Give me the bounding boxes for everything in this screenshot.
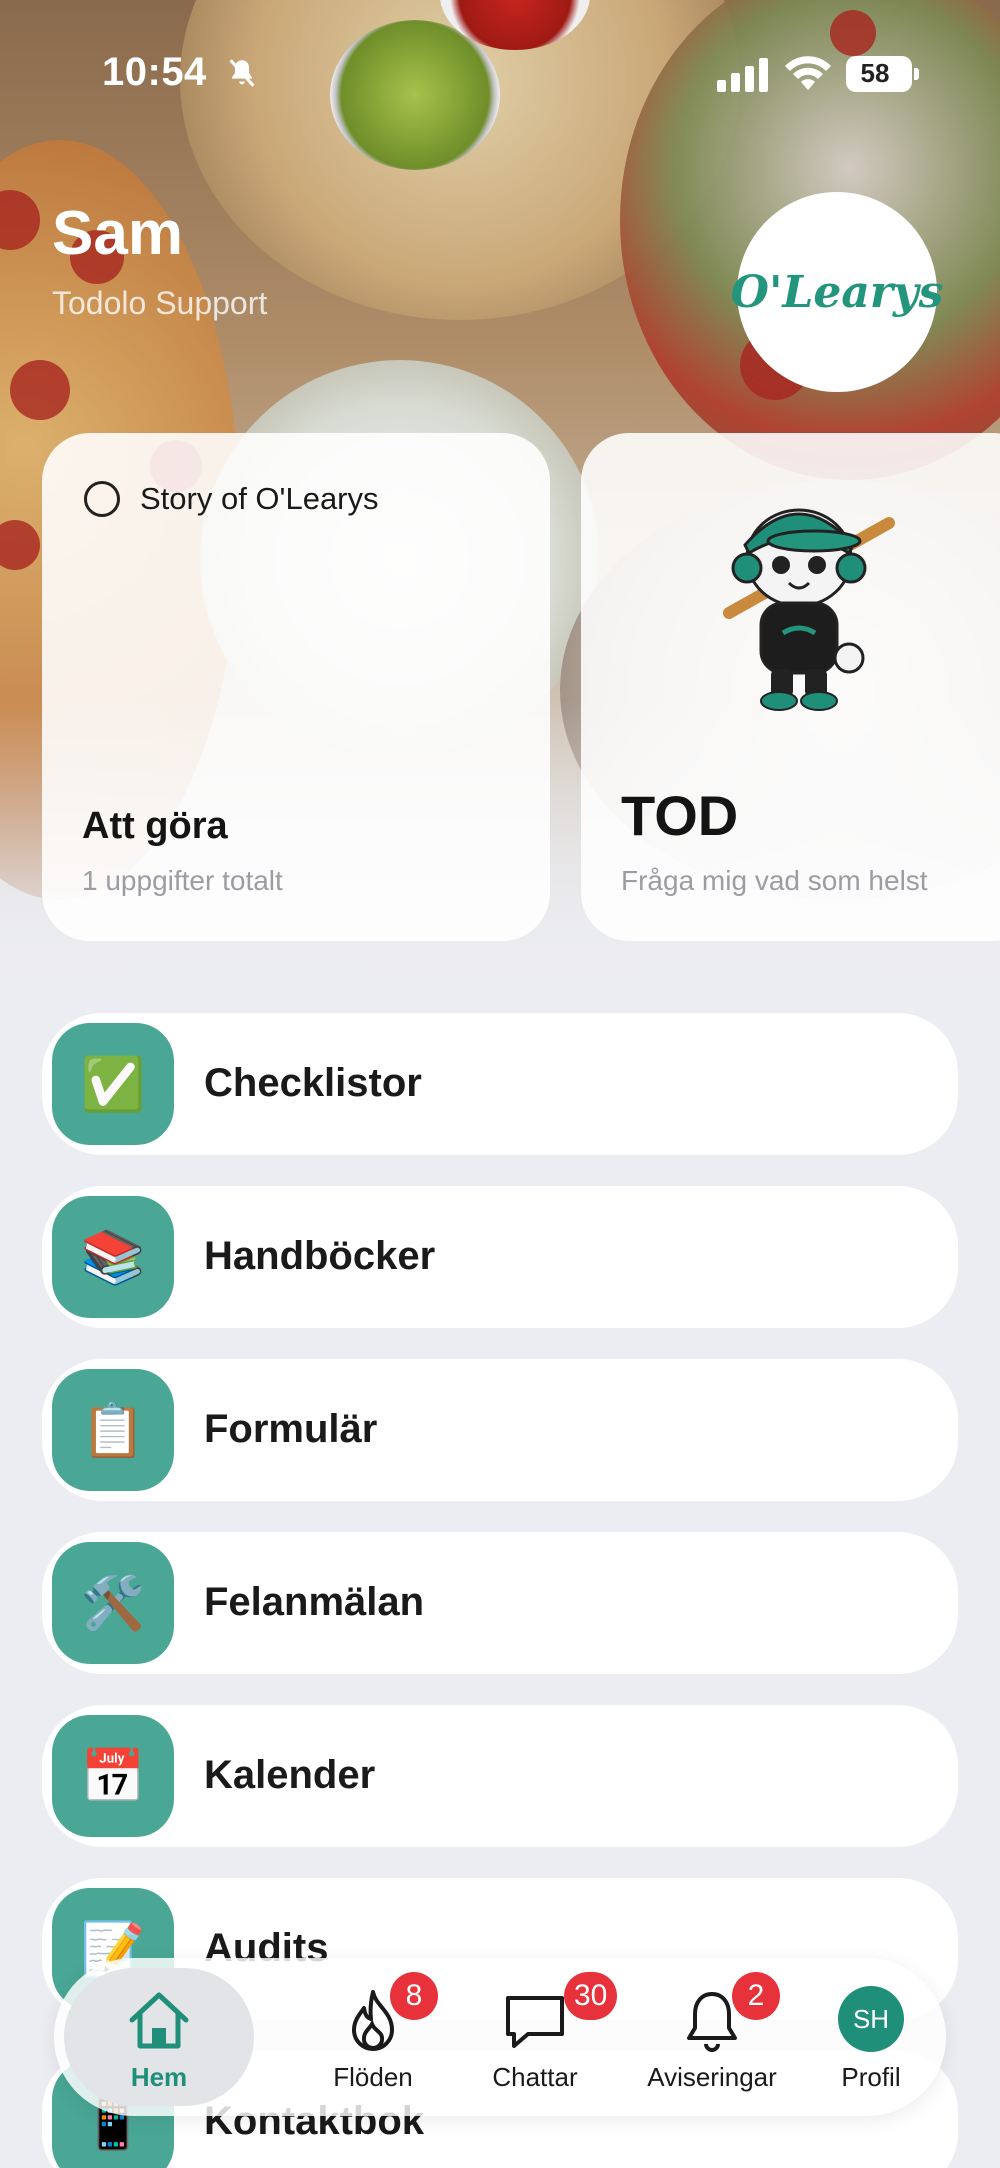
check-icon: ✅ (52, 1023, 174, 1145)
todo-card-title: Att göra (82, 805, 228, 847)
tab-label: Hem (130, 2062, 188, 2092)
status-time: 10:54 (102, 50, 207, 94)
tab-home[interactable]: Hem (64, 1968, 254, 2106)
tab-label: Aviseringar (647, 2062, 777, 2092)
brand-logo[interactable]: O'Learys (731, 192, 943, 392)
home-icon (129, 1992, 189, 2049)
tools-icon: 🛠️ (52, 1542, 174, 1664)
clipboard-icon: 📋 (52, 1369, 174, 1491)
tab-notifications[interactable]: 2 Aviseringar (602, 1958, 822, 2116)
menu-item-label: Formulär (204, 1407, 378, 1451)
avatar: SH (838, 1986, 904, 2052)
tab-feeds[interactable]: 8 Flöden (284, 1958, 462, 2116)
menu-item-label: Kalender (204, 1753, 376, 1797)
todo-card-subtitle: 1 uppgifter totalt (82, 865, 283, 896)
status-bar: 10:54 58 (0, 40, 1000, 110)
logo-text: O'Learys (730, 266, 944, 318)
todo-checkbox[interactable] (84, 481, 120, 517)
chat-bubble-icon (506, 1996, 564, 2048)
tab-chats[interactable]: 30 Chattar (446, 1958, 624, 2116)
battery-level: 58 (860, 58, 890, 88)
feeds-badge: 8 (390, 1972, 438, 2020)
calendar-icon: 📅 (52, 1715, 174, 1837)
todo-item-label[interactable]: Story of O'Learys (140, 481, 379, 517)
wifi-icon (785, 56, 831, 90)
menu-item-label: Felanmälan (204, 1580, 425, 1624)
menu-item-label: Checklistor (204, 1061, 422, 1105)
tab-profile[interactable]: SH Profil (806, 1958, 936, 2116)
tod-assistant-card[interactable]: TOD Fråga mig vad som helst (581, 433, 1000, 941)
user-role: Todolo Support (52, 285, 268, 321)
todo-card[interactable]: Story of O'Learys Att göra 1 uppgifter t… (42, 433, 550, 941)
tab-label: Profil (841, 2062, 901, 2092)
notifications-badge: 2 (732, 1972, 780, 2020)
menu-item-handbocker[interactable]: 📚 Handböcker (42, 1186, 958, 1328)
tod-card-subtitle: Fråga mig vad som helst (621, 865, 928, 896)
tab-label: Chattar (492, 2062, 578, 2092)
menu-item-formular[interactable]: 📋 Formulär (42, 1359, 958, 1501)
user-name: Sam (52, 199, 183, 268)
tod-card-title: TOD (621, 784, 739, 847)
menu-item-label: Handböcker (204, 1234, 436, 1278)
bell-muted-icon (229, 59, 255, 87)
signal-icon (717, 58, 768, 92)
tab-bar: Hem 8 Flöden 30 Chattar 2 Aviseringar SH… (54, 1958, 946, 2116)
menu-item-felanmalan[interactable]: 🛠️ Felanmälan (42, 1532, 958, 1674)
menu-item-kalender[interactable]: 📅 Kalender (42, 1705, 958, 1847)
tab-label: Flöden (333, 2062, 413, 2092)
books-icon: 📚 (52, 1196, 174, 1318)
menu-item-checklistor[interactable]: ✅ Checklistor (42, 1013, 958, 1155)
battery-icon: 58 (846, 56, 919, 92)
mascot-icon (723, 508, 895, 711)
